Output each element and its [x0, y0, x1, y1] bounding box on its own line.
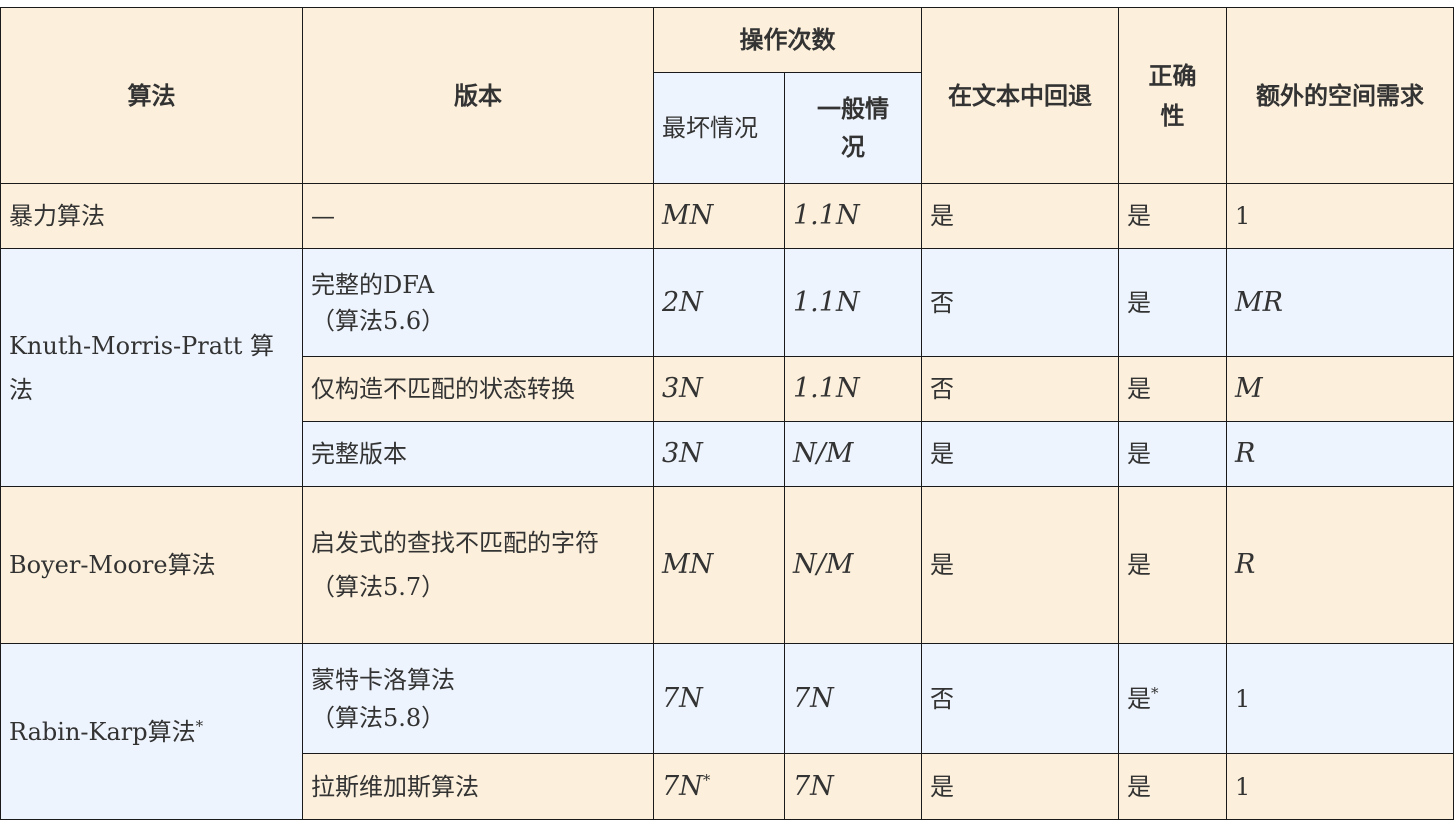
cell-backup: 否	[921, 356, 1119, 422]
cell-correct: 是	[1118, 356, 1227, 422]
cell-typical: 1.1N	[784, 183, 922, 249]
cell-space: R	[1226, 421, 1454, 487]
cell-algorithm: Boyer-Moore算法	[0, 486, 303, 644]
cell-worst: 7N*	[653, 753, 785, 820]
version-line: （算法5.6）	[311, 306, 446, 335]
cell-version: —	[302, 183, 654, 249]
cell-backup: 是	[921, 753, 1119, 820]
cell-version: 仅构造不匹配的状态转换	[302, 356, 654, 422]
table-row: 暴力算法 — MN 1.1N 是 是 1	[0, 183, 1454, 249]
worst-value: 7N	[662, 770, 703, 802]
cell-correct: 是	[1118, 421, 1227, 487]
version-line: （算法5.7）	[311, 573, 446, 601]
cell-space: M	[1226, 356, 1454, 422]
cell-correct: 是	[1118, 248, 1227, 357]
cell-backup: 是	[921, 183, 1119, 249]
footnote-mark: *	[195, 716, 204, 735]
cell-typical: 1.1N	[784, 356, 922, 422]
footnote-mark: *	[702, 770, 711, 789]
cell-typical: 1.1N	[784, 248, 922, 357]
header-correct: 正确性	[1118, 7, 1227, 184]
cell-backup: 否	[921, 643, 1119, 754]
version-line: （算法5.8）	[311, 703, 446, 732]
cell-space: 1	[1226, 753, 1454, 820]
cell-version: 拉斯维加斯算法	[302, 753, 654, 820]
header-ops: 操作次数	[653, 7, 922, 73]
cell-space: MR	[1226, 248, 1454, 357]
cell-correct: 是*	[1118, 643, 1227, 754]
cell-correct: 是	[1118, 753, 1227, 820]
cell-space: 1	[1226, 643, 1454, 754]
cell-typical: N/M	[784, 421, 922, 487]
cell-correct: 是	[1118, 183, 1227, 249]
version-line: 蒙特卡洛算法	[311, 665, 455, 694]
version-line: 完整的DFA	[311, 270, 435, 299]
correct-value: 是	[1127, 684, 1151, 713]
cell-backup: 否	[921, 248, 1119, 357]
header-space: 额外的空间需求	[1226, 7, 1454, 184]
cell-typical: 7N	[784, 643, 922, 754]
table-row: Boyer-Moore算法 启发式的查找不匹配的字符 （算法5.7） MN N/…	[0, 486, 1454, 644]
cell-typical: 7N	[784, 753, 922, 820]
header-algorithm: 算法	[0, 7, 303, 184]
cell-algorithm: Knuth-Morris-Pratt 算法	[0, 248, 303, 487]
header-typical: 一般情况	[784, 72, 922, 184]
cell-worst: 2N	[653, 248, 785, 357]
cell-algorithm: Rabin-Karp算法*	[0, 643, 303, 820]
cell-worst: 7N	[653, 643, 785, 754]
header-version: 版本	[302, 7, 654, 184]
cell-worst: 3N	[653, 421, 785, 487]
cell-correct: 是	[1118, 486, 1227, 644]
header-worst: 最坏情况	[653, 72, 785, 184]
header-backup: 在文本中回退	[921, 7, 1119, 184]
cell-version: 完整的DFA （算法5.6）	[302, 248, 654, 357]
version-line: 启发式的查找不匹配的字符	[311, 529, 599, 557]
table-row: Rabin-Karp算法* 蒙特卡洛算法 （算法5.8） 7N 7N 否 是* …	[0, 643, 1454, 820]
algorithm-name: Rabin-Karp算法	[9, 717, 196, 746]
cell-version: 蒙特卡洛算法 （算法5.8）	[302, 643, 654, 754]
cell-backup: 是	[921, 421, 1119, 487]
footnote-mark: *	[1151, 683, 1159, 702]
cell-version: 完整版本	[302, 421, 654, 487]
cell-worst: 3N	[653, 356, 785, 422]
table-row: Knuth-Morris-Pratt 算法 完整的DFA （算法5.6） 2N …	[0, 248, 1454, 487]
cell-space: 1	[1226, 183, 1454, 249]
cell-space: R	[1226, 486, 1454, 644]
cell-worst: MN	[653, 486, 785, 644]
cell-worst: MN	[653, 183, 785, 249]
algorithm-comparison-table: 算法 版本 操作次数 在文本中回退 正确性 额外的空间需求 最坏情况 一般情况 …	[0, 7, 1454, 820]
cell-typical: N/M	[784, 486, 922, 644]
cell-version: 启发式的查找不匹配的字符 （算法5.7）	[302, 486, 654, 644]
cell-backup: 是	[921, 486, 1119, 644]
cell-algorithm: 暴力算法	[0, 183, 303, 249]
